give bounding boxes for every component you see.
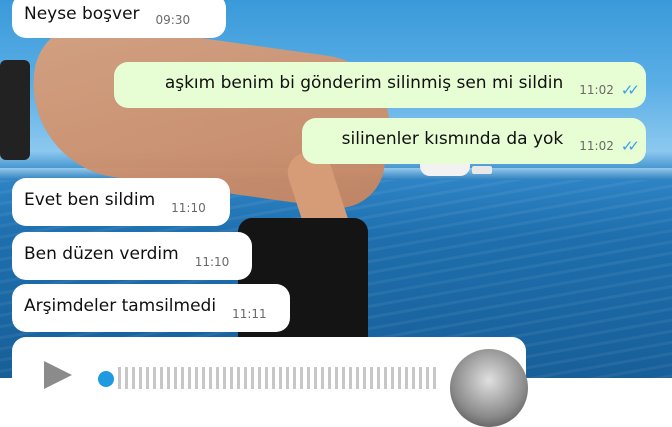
message-text: Ben düzen verdim [24,244,179,264]
message-time: 11:11 [232,307,267,321]
message-bubble-incoming[interactable]: Ben düzen verdim 11:10 [12,232,252,280]
avatar [450,349,528,427]
message-bubble-outgoing[interactable]: aşkım benim bi gönderim silinmiş sen mi … [114,62,646,108]
message-time: 09:30 [155,13,191,27]
message-bubble-incoming[interactable]: Neyse boşver 09:30 [12,0,226,38]
message-text: silinenler kısmında da yok [341,129,564,149]
message-meta: 11:02 ✓✓ [579,136,640,156]
message-meta: 11:02 ✓✓ [579,80,640,100]
message-bubble-incoming[interactable]: Evet ben sildim 11:10 [12,178,230,226]
message-text: Arşimdeler tamsilmedi [24,296,217,316]
voice-message-bubble[interactable] [12,337,528,427]
boat-cabin [472,166,492,174]
message-bubble-outgoing[interactable]: silinenler kısmında da yok 11:02 ✓✓ [302,118,646,164]
message-time: 11:10 [171,201,206,215]
playback-scrubber[interactable] [98,371,114,387]
message-time: 11:10 [194,255,230,269]
double-check-icon: ✓✓ [620,81,640,99]
message-time: 11:02 [579,139,614,153]
wrist-watch [0,60,30,160]
audio-waveform[interactable] [118,367,438,389]
message-text: aşkım benim bi gönderim silinmiş sen mi … [164,73,564,93]
play-icon[interactable] [44,361,72,389]
message-bubble-incoming[interactable]: Arşimdeler tamsilmedi 11:11 [12,284,290,332]
message-time: 11:02 [579,83,614,97]
message-text: Evet ben sildim [24,190,156,210]
double-check-icon: ✓✓ [620,137,640,155]
message-text: Neyse boşver [24,4,140,24]
